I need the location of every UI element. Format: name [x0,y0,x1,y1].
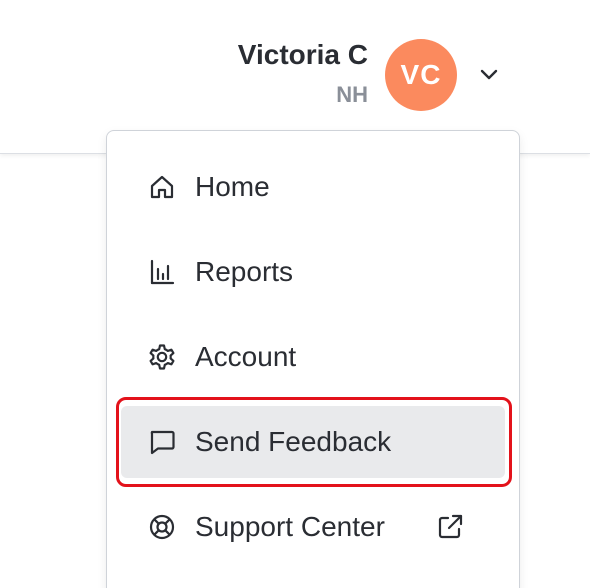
menu-item-home[interactable]: Home [121,151,505,223]
user-state: NH [336,82,368,107]
user-name: Victoria C [237,39,368,70]
menu-item-reports[interactable]: Reports [121,236,505,308]
menu-item-label: Support Center [195,511,385,542]
chevron-down-icon[interactable] [477,62,501,86]
menu-item-account[interactable]: Account [121,321,505,393]
menu-item-label: Home [195,171,270,202]
menu-item-send-feedback[interactable]: Send Feedback [121,406,505,478]
external-link-icon [435,512,465,542]
menu-item-label: Reports [195,256,294,287]
user-info[interactable]: Victoria C NH [238,38,368,108]
gear-icon [147,342,177,372]
menu-item-label: Account [195,341,297,372]
home-icon [147,172,177,202]
chat-bubble-icon [147,427,177,457]
bar-chart-icon [147,257,177,287]
avatar[interactable]: VC [385,39,457,111]
menu-item-label: Send Feedback [195,426,392,457]
menu-item-support-center[interactable]: Support Center [121,491,505,563]
lifebuoy-icon [147,512,177,542]
page: Victoria C NH VC Home Reports Account Se… [0,0,590,588]
user-dropdown-menu: Home Reports Account Send Feedback Suppo… [106,130,520,588]
